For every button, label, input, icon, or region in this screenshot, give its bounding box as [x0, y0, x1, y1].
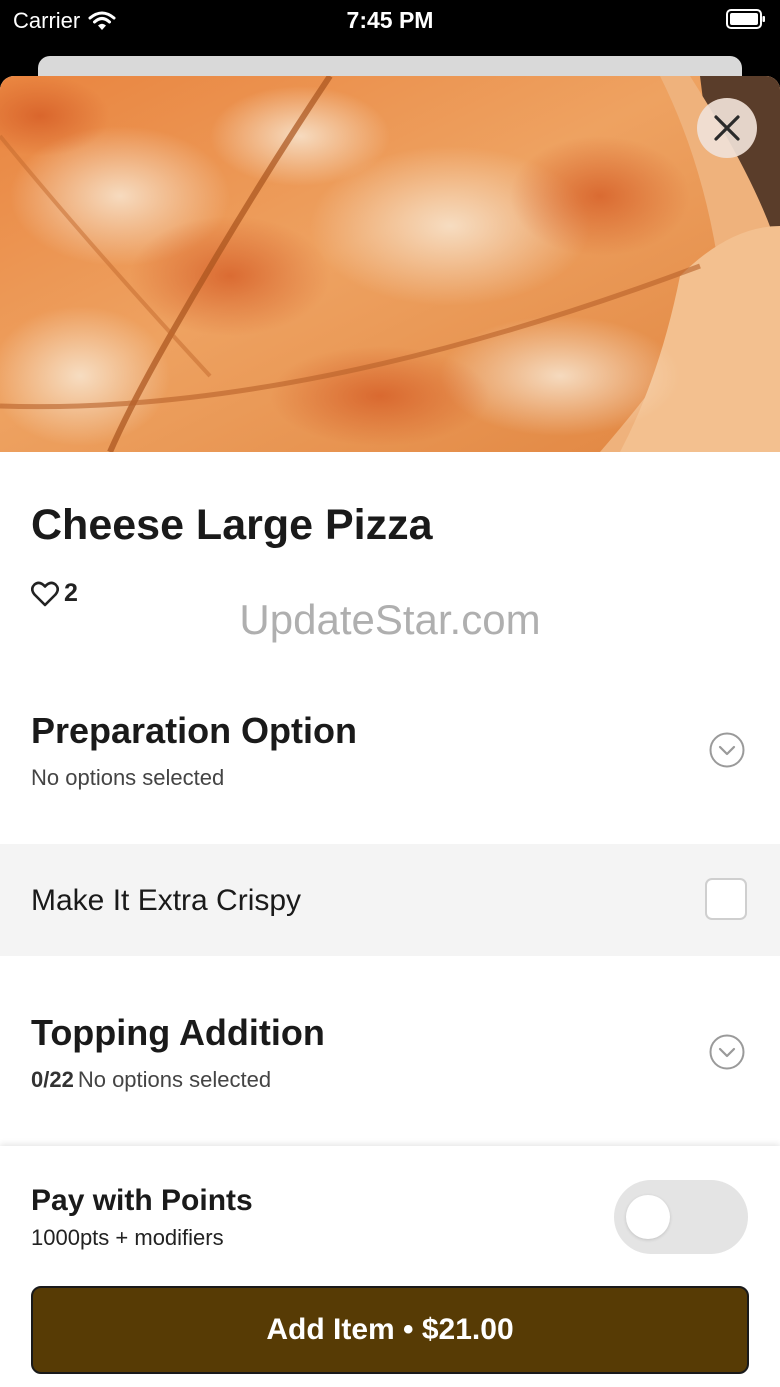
- preparation-option-section[interactable]: Preparation Option No options selected: [0, 696, 780, 844]
- status-bar: Carrier 7:45 PM: [0, 0, 780, 40]
- close-icon: [714, 115, 740, 141]
- topping-addition-title: Topping Addition: [31, 1012, 325, 1053]
- battery-icon: [726, 9, 765, 29]
- option-label: Make It Extra Crispy: [31, 884, 302, 917]
- close-button[interactable]: [697, 98, 757, 158]
- item-title: Cheese Large Pizza: [31, 501, 433, 549]
- pizza-image: [0, 76, 780, 452]
- topping-count: 0/22: [31, 1067, 74, 1092]
- pay-with-points-toggle[interactable]: [614, 1180, 748, 1254]
- checkout-footer: Pay with Points 1000pts + modifiers Add …: [0, 1146, 780, 1387]
- preparation-option-title: Preparation Option: [31, 710, 358, 751]
- chevron-down-circle-icon[interactable]: [709, 732, 745, 768]
- item-detail-sheet: Cheese Large Pizza 2 Preparation Option …: [0, 76, 780, 1387]
- option-checkbox[interactable]: [705, 878, 747, 920]
- status-time: 7:45 PM: [346, 7, 434, 33]
- topping-addition-section[interactable]: Topping Addition 0/22 No options selected: [0, 998, 780, 1148]
- chevron-down-circle-icon[interactable]: [709, 1034, 745, 1070]
- toggle-knob: [626, 1195, 670, 1239]
- topping-addition-status: 0/22 No options selected: [31, 1067, 272, 1092]
- pay-with-points-subtitle: 1000pts + modifiers: [31, 1225, 224, 1250]
- watermark-text: UpdateStar.com: [239, 596, 541, 643]
- pay-with-points-title: Pay with Points: [31, 1184, 253, 1217]
- preparation-option-status: No options selected: [31, 765, 225, 790]
- add-item-button[interactable]: Add Item • $21.00: [31, 1286, 749, 1374]
- option-make-it-extra-crispy[interactable]: Make It Extra Crispy: [0, 844, 780, 956]
